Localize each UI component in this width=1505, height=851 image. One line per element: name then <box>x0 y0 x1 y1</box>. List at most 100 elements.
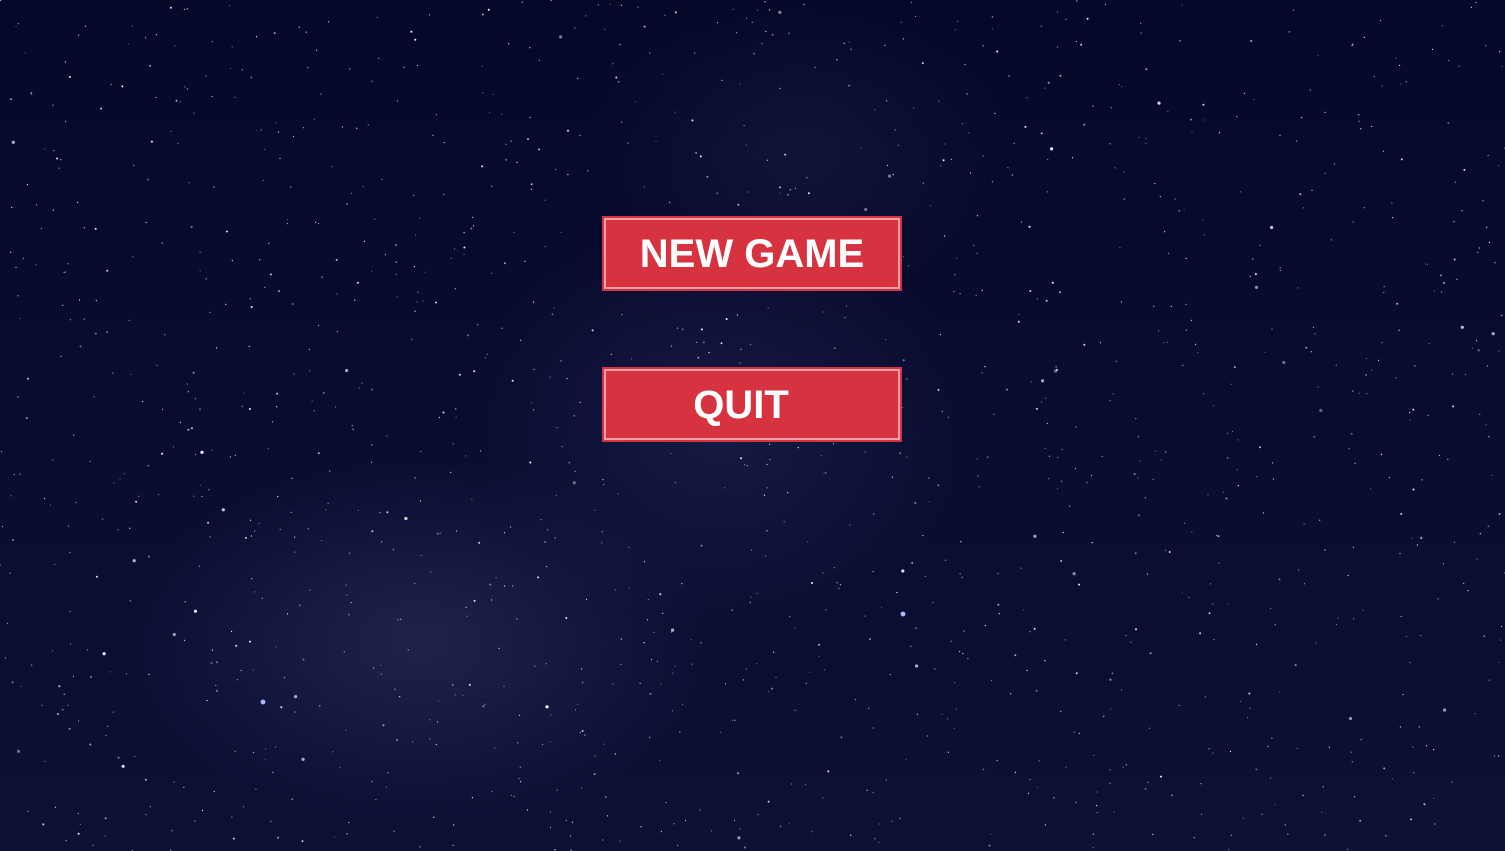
star <box>885 779 887 781</box>
star <box>336 293 338 295</box>
star <box>724 683 727 685</box>
quit-button[interactable]: QUIT <box>602 367 902 442</box>
star <box>505 143 507 145</box>
star <box>454 288 456 290</box>
star <box>112 372 114 374</box>
star <box>213 790 215 793</box>
star <box>926 735 929 737</box>
star <box>30 91 32 94</box>
star <box>380 673 382 676</box>
star <box>1217 535 1220 538</box>
star <box>1352 546 1354 548</box>
star <box>1380 19 1382 22</box>
star <box>990 833 992 835</box>
star <box>290 186 292 188</box>
star <box>833 567 836 569</box>
star <box>94 227 97 230</box>
star <box>721 79 723 81</box>
star <box>884 44 886 46</box>
star <box>942 159 945 162</box>
new-game-button[interactable]: NEW GAME <box>602 216 902 291</box>
star <box>192 371 195 374</box>
star <box>1195 343 1197 345</box>
star <box>885 339 887 341</box>
star <box>1439 274 1442 277</box>
star <box>316 49 318 51</box>
star <box>947 751 950 753</box>
star <box>1335 364 1337 366</box>
star <box>1109 400 1111 402</box>
star <box>361 382 363 384</box>
star <box>603 743 605 745</box>
star <box>307 528 309 530</box>
star <box>132 256 134 258</box>
star <box>64 61 67 63</box>
star <box>69 319 71 321</box>
star <box>607 815 609 817</box>
star <box>134 755 136 758</box>
star <box>1274 624 1276 626</box>
star <box>1093 754 1095 757</box>
star <box>380 664 382 667</box>
star <box>866 789 868 792</box>
star <box>211 449 213 451</box>
star <box>736 32 738 34</box>
star <box>767 691 770 693</box>
star <box>1048 478 1050 480</box>
star <box>1366 393 1368 395</box>
star <box>1383 291 1385 294</box>
star <box>517 742 519 744</box>
star <box>699 155 702 158</box>
star <box>1137 436 1139 438</box>
star <box>572 821 574 823</box>
star <box>186 8 188 10</box>
star <box>673 823 675 825</box>
star <box>9 98 12 101</box>
star <box>30 92 33 95</box>
star <box>69 552 71 554</box>
star <box>482 92 484 94</box>
star <box>10 495 12 497</box>
star <box>756 662 758 665</box>
star <box>291 477 293 479</box>
star <box>660 831 663 833</box>
star <box>1420 537 1423 540</box>
star <box>1148 727 1151 729</box>
star <box>1029 631 1031 633</box>
star <box>1284 824 1286 826</box>
star <box>953 291 955 293</box>
star <box>384 254 386 256</box>
star <box>1118 83 1120 86</box>
star <box>946 718 949 720</box>
star <box>910 1 912 4</box>
star <box>1075 40 1077 43</box>
star <box>371 388 374 391</box>
star <box>561 446 563 448</box>
star <box>490 272 493 274</box>
star <box>1185 329 1187 331</box>
star <box>187 428 190 431</box>
star <box>1347 848 1349 851</box>
star <box>1294 664 1297 667</box>
star <box>520 339 522 341</box>
star <box>938 100 940 102</box>
star <box>420 554 422 557</box>
star <box>1463 582 1465 585</box>
star <box>775 676 777 678</box>
star <box>1114 167 1116 169</box>
star <box>784 153 787 156</box>
star <box>433 816 435 819</box>
star <box>31 664 33 666</box>
star <box>1166 341 1168 343</box>
star <box>733 819 736 821</box>
star <box>627 142 629 144</box>
star <box>1040 132 1043 135</box>
star <box>477 324 479 326</box>
star <box>106 331 108 333</box>
star <box>1298 569 1300 571</box>
star <box>269 273 272 276</box>
star <box>545 663 547 665</box>
star <box>848 41 851 43</box>
star <box>432 134 434 136</box>
star <box>811 831 813 833</box>
